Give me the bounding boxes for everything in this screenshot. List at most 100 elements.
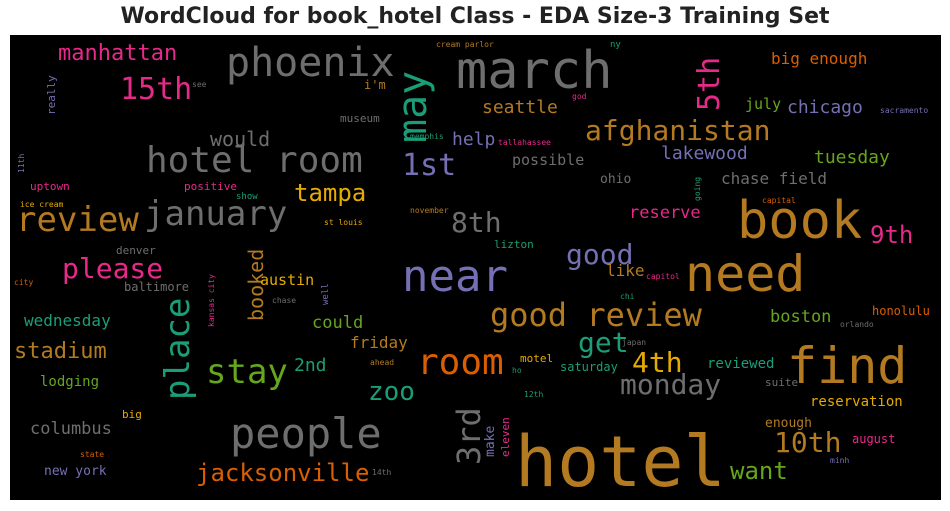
- word-9th: 9th: [870, 221, 914, 249]
- word-suite: suite: [765, 376, 799, 389]
- word-room: room: [417, 342, 504, 383]
- word-sacramento: sacramento: [880, 106, 929, 115]
- word-tampa: tampa: [294, 179, 367, 207]
- word-15th: 15th: [120, 72, 193, 107]
- word-friday: friday: [350, 333, 408, 352]
- word-4th: 4th: [632, 346, 683, 379]
- word-japan: japan: [622, 338, 647, 347]
- word-could: could: [312, 313, 364, 333]
- word-state: state: [80, 450, 105, 459]
- word-positive: positive: [184, 180, 237, 193]
- word-manhattan: manhattan: [58, 41, 178, 66]
- word-stadium: stadium: [14, 339, 107, 364]
- word-denver: denver: [116, 244, 156, 257]
- word-14th: 14th: [372, 468, 392, 477]
- word-baltimore: baltimore: [124, 280, 190, 294]
- word-see: see: [192, 80, 207, 89]
- word-11th: 11th: [17, 153, 26, 173]
- word-march: march: [456, 41, 613, 101]
- word-place: place: [158, 297, 198, 400]
- word-st-louis: st louis: [324, 218, 363, 227]
- word-austin: austin: [260, 271, 315, 289]
- word-kansas-city: kansas city: [207, 274, 216, 327]
- word-please: please: [62, 252, 164, 285]
- word-find: find: [787, 337, 908, 395]
- word-chi: chi: [620, 292, 635, 301]
- word-reservation: reservation: [810, 394, 903, 410]
- word-10th: 10th: [774, 426, 842, 459]
- word-chicago: chicago: [787, 97, 863, 118]
- word-book: book: [737, 191, 863, 251]
- word-minh: minh: [830, 456, 850, 465]
- word-god: god: [572, 92, 587, 101]
- word-lakewood: lakewood: [661, 143, 748, 164]
- word-reserve: reserve: [629, 203, 701, 223]
- word-zoo: zoo: [368, 377, 415, 407]
- word-ohio: ohio: [600, 172, 632, 187]
- word-ahead: ahead: [370, 358, 395, 367]
- word-saturday: saturday: [560, 360, 618, 374]
- word-8th: 8th: [451, 206, 502, 239]
- word-seattle: seattle: [482, 97, 558, 118]
- word-help: help: [452, 129, 496, 150]
- word-afghanistan: afghanistan: [585, 114, 771, 147]
- word-phoenix: phoenix: [226, 40, 395, 86]
- chart-title: WordCloud for book_hotel Class - EDA Siz…: [120, 4, 830, 29]
- word-im: i'm: [364, 78, 386, 92]
- word-columbus: columbus: [30, 419, 112, 439]
- word-well: well: [321, 283, 331, 305]
- word-lodging: lodging: [40, 374, 100, 390]
- word-12th: 12th: [524, 390, 544, 399]
- word-get: get: [578, 326, 629, 359]
- word-reviewed: reviewed: [707, 356, 775, 372]
- word-uptown: uptown: [30, 180, 70, 193]
- word-would: would: [210, 127, 271, 151]
- word-make: make: [483, 425, 498, 457]
- word-tuesday: tuesday: [814, 147, 890, 168]
- word-chase-field: chase field: [721, 169, 827, 188]
- word-1st: 1st: [402, 148, 457, 183]
- word-stay: stay: [206, 352, 288, 392]
- word-possible: possible: [512, 151, 585, 169]
- word-ho: ho: [512, 366, 522, 375]
- word-city: city: [14, 278, 34, 287]
- word-capital: capital: [762, 196, 796, 205]
- word-orlando: orlando: [840, 320, 874, 329]
- word-jacksonville: jacksonville: [196, 459, 370, 487]
- word-big: big: [122, 408, 142, 421]
- word-new-york: new york: [44, 464, 107, 479]
- word-cream-parlor: cream parlor: [436, 40, 494, 49]
- word-big-enough: big enough: [771, 49, 868, 68]
- word-wednesday: wednesday: [24, 311, 111, 330]
- word-chase: chase: [272, 296, 297, 305]
- word-going: going: [693, 176, 702, 201]
- word-museum: museum: [340, 112, 380, 125]
- word-memphis: memphis: [410, 132, 444, 141]
- word-3rd: 3rd: [450, 407, 488, 465]
- word-boston: boston: [770, 307, 832, 327]
- word-2nd: 2nd: [294, 355, 327, 376]
- word-5th: 5th: [692, 56, 727, 111]
- word-november: november: [410, 206, 449, 215]
- word-enough: enough: [765, 416, 812, 431]
- word-tallahassee: tallahassee: [498, 138, 551, 147]
- word-august: august: [852, 432, 896, 446]
- word-cloud: hotel march book need find near people h…: [10, 35, 941, 500]
- word-really: really: [45, 75, 58, 115]
- word-lizton: lizton: [494, 238, 534, 251]
- word-capitol: capitol: [646, 272, 680, 281]
- word-honolulu: honolulu: [872, 304, 930, 318]
- word-show: show: [236, 192, 258, 202]
- word-want: want: [730, 457, 788, 485]
- word-motel: motel: [520, 352, 554, 365]
- word-near: near: [402, 251, 508, 302]
- word-january: january: [144, 194, 288, 234]
- word-ice-cream: ice cream: [20, 200, 64, 209]
- word-hotel: hotel: [515, 421, 726, 500]
- word-eleven: eleven: [499, 417, 512, 457]
- word-people: people: [230, 409, 382, 458]
- word-need: need: [685, 245, 806, 303]
- word-july: july: [745, 95, 782, 113]
- word-like: like: [606, 261, 645, 280]
- word-ny: ny: [610, 40, 621, 50]
